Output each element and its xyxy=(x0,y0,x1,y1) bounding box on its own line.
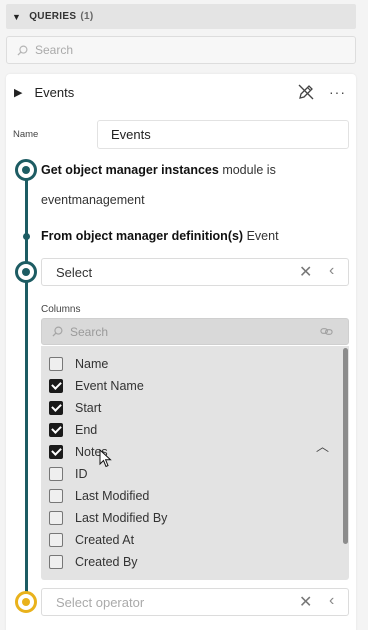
name-label: Name xyxy=(13,129,39,140)
chevron-left-icon[interactable]: ‹ xyxy=(329,592,334,610)
name-value: Events xyxy=(111,127,151,142)
column-option[interactable]: Last Modified By xyxy=(49,507,167,529)
column-option-label: ID xyxy=(75,467,88,481)
more-options-icon[interactable]: ··· xyxy=(329,84,346,100)
step-bold-text: Get object manager instances xyxy=(41,163,219,177)
column-option[interactable]: Name xyxy=(49,353,108,375)
columns-label: Columns xyxy=(41,304,81,315)
queries-section-header[interactable]: ▼ QUERIES (1) xyxy=(6,4,356,29)
edit-off-icon[interactable] xyxy=(296,82,316,102)
select-value: Select xyxy=(56,264,93,280)
scrollbar[interactable] xyxy=(343,348,348,544)
checkbox-unchecked[interactable] xyxy=(49,467,63,481)
step-get-instances[interactable]: Get object manager instances module is xyxy=(41,163,276,177)
column-option[interactable]: Last Modified xyxy=(49,485,149,507)
column-option[interactable]: Event Name xyxy=(49,375,144,397)
pending-step-node xyxy=(15,591,37,613)
columns-search-placeholder: Search xyxy=(70,324,109,339)
select-dropdown[interactable]: Select ✕ ‹ xyxy=(41,258,349,286)
checkbox-unchecked[interactable] xyxy=(49,489,63,503)
column-option[interactable]: Created At xyxy=(49,529,134,551)
column-option[interactable]: Start xyxy=(49,397,101,419)
columns-search-input[interactable]: Search xyxy=(41,318,349,345)
caret-right-icon: ▶ xyxy=(14,86,23,99)
checkbox-checked[interactable] xyxy=(49,423,63,437)
clear-icon[interactable]: ✕ xyxy=(299,592,312,612)
mouse-cursor-icon xyxy=(99,449,112,468)
column-option-label: Created By xyxy=(75,555,138,569)
column-option[interactable]: Created By xyxy=(49,551,138,573)
operator-select[interactable]: Select operator ✕ ‹ xyxy=(41,588,349,616)
search-icon xyxy=(52,326,63,337)
column-option-label: Last Modified By xyxy=(75,511,168,525)
step-rest-text: module is xyxy=(218,163,276,177)
step-rest-text: Event xyxy=(243,229,279,243)
operator-placeholder: Select operator xyxy=(56,594,145,610)
step-bold-text: From object manager definition(s) xyxy=(41,229,244,243)
column-option-label: Last Modified xyxy=(75,489,150,503)
column-option-label: Created At xyxy=(75,533,135,547)
checkbox-checked[interactable] xyxy=(49,379,63,393)
link-icon[interactable] xyxy=(320,325,333,338)
column-option-label: End xyxy=(75,423,98,437)
clear-icon[interactable]: ✕ xyxy=(299,262,312,282)
chevron-left-icon[interactable]: ‹ xyxy=(329,262,334,280)
query-expander[interactable]: ▶ Events xyxy=(14,82,74,102)
step-module-value: eventmanagement xyxy=(41,193,145,207)
column-option-label: Start xyxy=(75,401,102,415)
search-input[interactable]: Search xyxy=(6,36,356,64)
checkbox-unchecked[interactable] xyxy=(49,511,63,525)
step-from-definition[interactable]: From object manager definition(s) Event xyxy=(41,229,279,243)
checkbox-unchecked[interactable] xyxy=(49,533,63,547)
query-title: Events xyxy=(34,84,75,100)
chevron-up-icon[interactable]: ︿ xyxy=(316,436,329,455)
checkbox-checked[interactable] xyxy=(49,401,63,415)
columns-list[interactable]: Name Event Name Start End Notes ID Last Modifi… xyxy=(41,346,349,580)
checkbox-unchecked[interactable] xyxy=(49,357,63,371)
name-field[interactable]: Events xyxy=(97,120,349,149)
queries-title: QUERIES xyxy=(29,11,77,22)
step-node xyxy=(15,261,37,283)
step-node xyxy=(15,159,37,181)
column-option[interactable]: End xyxy=(49,419,97,441)
queries-count: (1) xyxy=(80,11,94,22)
search-placeholder: Search xyxy=(35,43,74,57)
column-option-label: Name xyxy=(75,357,109,371)
checkbox-checked[interactable] xyxy=(49,445,63,459)
column-option-label: Event Name xyxy=(75,379,144,393)
column-option[interactable]: ID xyxy=(49,463,88,485)
caret-down-icon: ▼ xyxy=(12,11,22,22)
search-icon xyxy=(17,45,28,56)
checkbox-unchecked[interactable] xyxy=(49,555,63,569)
step-node-small xyxy=(23,233,30,240)
